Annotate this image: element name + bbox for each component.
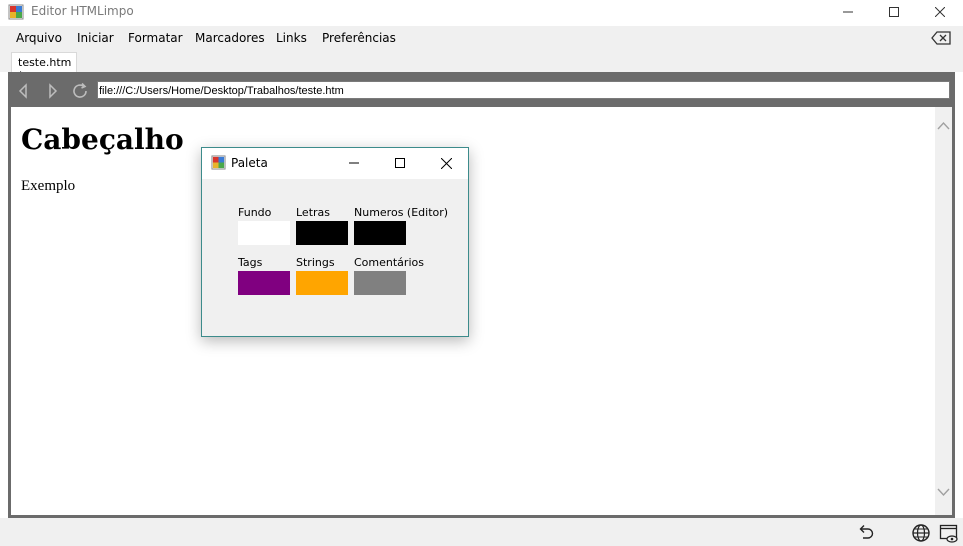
minimize-icon xyxy=(843,11,853,13)
maximize-button[interactable] xyxy=(871,0,917,24)
menu-bar: Arquivo Iniciar Formatar Marcadores Link… xyxy=(0,26,963,50)
arrow-right-icon xyxy=(49,83,58,99)
swatch-numeros[interactable] xyxy=(354,221,406,245)
title-bar: Editor HTMLimpo xyxy=(0,0,963,24)
status-bar xyxy=(0,518,963,546)
minimize-button[interactable] xyxy=(825,0,871,24)
menu-iniciar[interactable]: Iniciar xyxy=(77,31,114,45)
undo-icon[interactable] xyxy=(855,523,875,543)
menu-preferencias[interactable]: Preferências xyxy=(322,31,396,45)
window-title: Editor HTMLimpo xyxy=(31,4,134,18)
swatch-label-tags: Tags xyxy=(238,256,263,269)
minimize-icon xyxy=(349,162,359,164)
palette-dialog: Paleta Fundo Letras Numeros (Editor) Tag… xyxy=(201,147,469,337)
swatch-comentarios[interactable] xyxy=(354,271,406,295)
page-heading: Cabeçalho xyxy=(21,123,184,156)
maximize-icon xyxy=(889,7,899,17)
reload-button[interactable] xyxy=(69,80,91,102)
address-bar[interactable] xyxy=(97,81,950,99)
close-button[interactable] xyxy=(917,0,963,24)
preview-window-icon[interactable] xyxy=(939,523,959,543)
menu-formatar[interactable]: Formatar xyxy=(128,31,183,45)
palette-title-bar: Paleta xyxy=(202,148,468,179)
forward-button[interactable] xyxy=(42,80,64,102)
swatch-label-fundo: Fundo xyxy=(238,206,272,219)
close-icon xyxy=(935,7,945,17)
menu-arquivo[interactable]: Arquivo xyxy=(16,31,62,45)
swatch-label-strings: Strings xyxy=(296,256,335,269)
palette-maximize-button[interactable] xyxy=(377,148,423,178)
swatch-label-numeros: Numeros (Editor) xyxy=(354,206,449,219)
page-preview: Cabeçalho Exemplo xyxy=(11,107,935,515)
palette-close-button[interactable] xyxy=(423,148,469,178)
tab-teste-htm[interactable]: teste.htm * xyxy=(11,52,77,82)
swatch-letras[interactable] xyxy=(296,221,348,245)
app-icon xyxy=(211,155,226,170)
vertical-scrollbar[interactable] xyxy=(935,107,952,515)
palette-title: Paleta xyxy=(231,156,268,170)
chevron-up-icon[interactable] xyxy=(937,121,950,131)
arrow-left-icon xyxy=(18,83,27,99)
refresh-icon xyxy=(73,82,87,98)
menu-marcadores[interactable]: Marcadores xyxy=(195,31,265,45)
maximize-icon xyxy=(395,158,405,168)
chevron-down-icon[interactable] xyxy=(937,487,950,497)
palette-minimize-button[interactable] xyxy=(331,148,377,178)
backspace-icon[interactable] xyxy=(931,31,951,45)
page-paragraph: Exemplo xyxy=(21,178,76,194)
swatch-label-letras: Letras xyxy=(296,206,331,219)
swatch-tags[interactable] xyxy=(238,271,290,295)
close-icon xyxy=(440,157,452,169)
app-icon xyxy=(8,4,24,20)
menu-links[interactable]: Links xyxy=(276,31,307,45)
back-button[interactable] xyxy=(12,80,34,102)
swatch-label-comentarios: Comentários xyxy=(354,256,424,269)
globe-icon[interactable] xyxy=(911,523,931,543)
browser-nav-bar xyxy=(8,77,955,104)
swatch-fundo[interactable] xyxy=(238,221,290,245)
swatch-strings[interactable] xyxy=(296,271,348,295)
tab-strip: teste.htm * xyxy=(0,50,963,82)
